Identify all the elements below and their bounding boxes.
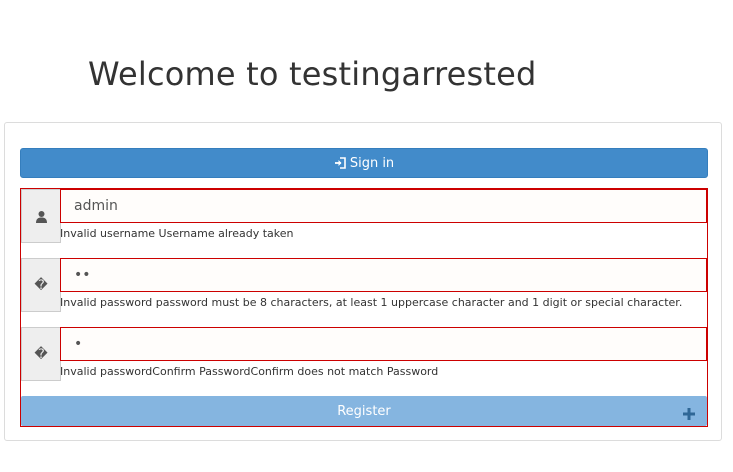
sign-in-icon	[334, 157, 346, 169]
page-title: Welcome to testingarrested	[88, 55, 537, 93]
plus-icon	[683, 408, 695, 420]
password-confirm-error: Invalid passwordConfirm PasswordConfirm …	[60, 365, 439, 378]
register-button[interactable]: Register	[21, 396, 707, 426]
username-error: Invalid username Username already taken	[60, 227, 294, 240]
username-input[interactable]	[60, 189, 707, 223]
password-confirm-input[interactable]	[60, 327, 707, 361]
user-icon	[21, 189, 61, 243]
password-error: Invalid password password must be 8 char…	[60, 296, 683, 309]
lock-icon: �	[21, 327, 61, 381]
password-icon-glyph: �	[34, 277, 48, 293]
sign-in-button[interactable]: Sign in	[20, 148, 708, 178]
password-confirm-icon-glyph: �	[34, 346, 48, 362]
password-input[interactable]	[60, 258, 707, 292]
sign-in-label: Sign in	[349, 155, 395, 171]
lock-icon: �	[21, 258, 61, 312]
register-label: Register	[337, 403, 391, 419]
page: Welcome to testingarrested Sign in Inval…	[0, 0, 733, 472]
